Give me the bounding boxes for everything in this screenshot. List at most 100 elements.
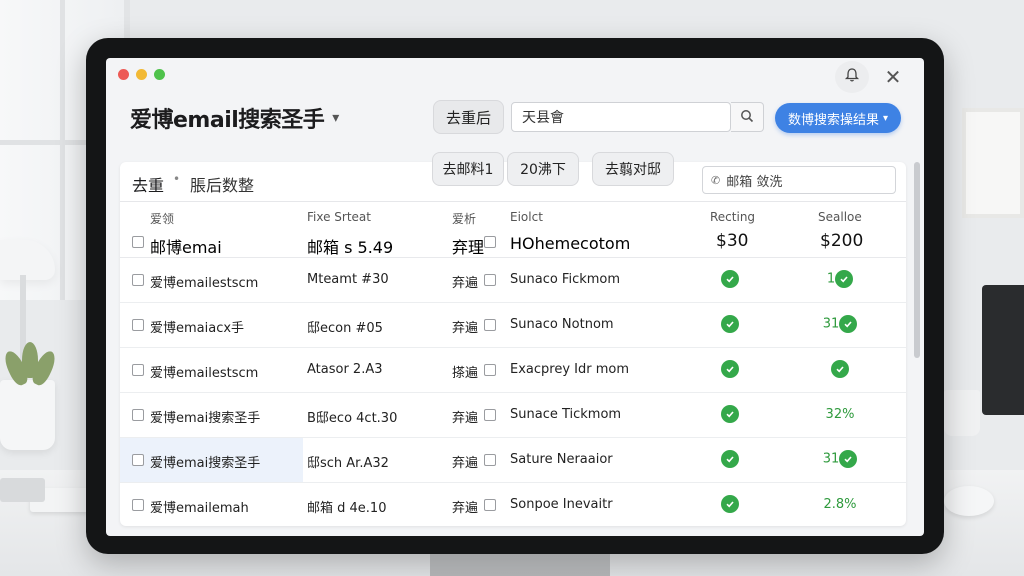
search-icon (740, 108, 754, 127)
row-checkbox[interactable] (484, 319, 496, 331)
results-card: 去重 • 脹后数整 去邮料1 20沸下 去翦对邸 ✆ 邮箱 敛洗 爱领 Fixe… (120, 152, 906, 528)
domain-cell: Sature Neraaior (510, 452, 613, 467)
source-cell: 邸sch Ar.A32 (307, 456, 389, 471)
status-cell: 弃遍 (452, 501, 479, 516)
app-title-dropdown[interactable]: 爱博email搜索圣手 ▾ (130, 100, 339, 136)
chevron-down-icon: ▾ (882, 112, 889, 124)
row-checkbox[interactable] (484, 274, 496, 286)
row-checkbox[interactable] (132, 274, 144, 286)
verified-cell (710, 360, 750, 378)
breadcrumb-sub[interactable]: 脹后数整 (190, 172, 254, 196)
status-cell: 弃遍 (452, 411, 479, 426)
column-header[interactable]: Recting (710, 210, 755, 224)
card-toolbar: 去重 • 脹后数整 去邮料1 20沸下 去翦对邸 ✆ 邮箱 敛洗 (120, 152, 906, 202)
price-cell: $200 (820, 231, 864, 251)
domain-cell: Sunace Tickmom (510, 407, 622, 422)
window-maximize-dot[interactable] (154, 69, 165, 80)
filter-email-label: 去邮料1 (442, 162, 494, 178)
domain-cell: Sunaco Notnom (510, 317, 614, 332)
check-icon (721, 315, 739, 333)
notification-button[interactable] (835, 61, 869, 93)
price-cell: $30 (716, 231, 749, 251)
laptop (0, 478, 45, 502)
window-close-dot[interactable] (118, 69, 129, 80)
row-checkbox[interactable] (132, 319, 144, 331)
search-results-button[interactable]: 数博搜索操结果 ▾ (775, 103, 901, 133)
row-checkbox[interactable] (484, 499, 496, 511)
row-checkbox[interactable] (132, 409, 144, 421)
status-cell: 弃遍 (452, 276, 479, 291)
status-cell: 搽遍 (452, 366, 479, 381)
verified-cell (710, 270, 750, 288)
fetch-button[interactable]: 去翦对邸 (592, 152, 674, 186)
domain-cell: Sunaco Fickmom (510, 272, 621, 287)
row-checkbox[interactable] (132, 364, 144, 376)
table-row[interactable]: 爱博emai搜索圣手 邸sch Ar.A32 弃遍 Sature Neraaio… (120, 438, 906, 483)
app-title: 爱博email搜索圣手 (130, 108, 325, 133)
row-checkbox[interactable] (484, 236, 496, 248)
row-checkbox[interactable] (132, 236, 144, 248)
table-row[interactable]: 爱博emailemah 邮箱 d 4e.10 弃遍 Sonpoe Inevait… (120, 483, 906, 528)
filter-search-text: 邮箱 敛洗 (726, 174, 783, 190)
search-input[interactable] (522, 109, 720, 125)
row-checkbox[interactable] (484, 409, 496, 421)
column-header[interactable]: Fixe Srteat (307, 210, 371, 224)
chevron-down-icon: ▾ (332, 110, 339, 126)
table-row[interactable]: 爱博emai搜索圣手 B邸eco 4ct.30 弃遍 Sunace Tickmo… (120, 393, 906, 438)
verified-cell (710, 405, 750, 423)
score-cell: 1 (810, 270, 870, 288)
page-size-button[interactable]: 20沸下 (507, 152, 579, 186)
check-icon (831, 360, 849, 378)
search-button[interactable] (731, 102, 764, 132)
column-header[interactable]: 爱析 (452, 210, 476, 227)
column-header[interactable]: Sealloe (818, 210, 862, 224)
table-row[interactable]: 爱博emaiacx手 邸econ #05 弃遍 Sunaco Notnom 31 (120, 303, 906, 348)
table-row[interactable]: 爱博emailestscm Atasor 2.A3 搽遍 Exacprey Id… (120, 348, 906, 393)
check-icon (835, 270, 854, 288)
table-row[interactable]: 爱博emailestscm Mteamt #30 弃遍 Sunaco Fickm… (120, 258, 906, 303)
close-button[interactable]: ✕ (878, 63, 908, 91)
status-cell: 弃遍 (452, 456, 479, 471)
verified-cell (710, 450, 750, 468)
status-cell: 弃遍 (452, 321, 479, 336)
verified-cell (710, 495, 750, 513)
filter-search-field[interactable]: ✆ 邮箱 敛洗 (702, 166, 896, 194)
column-header[interactable]: Eiolct (510, 210, 543, 224)
email-cell: 爱博emailemah (150, 501, 249, 516)
vertical-scrollbar[interactable] (914, 162, 920, 358)
phone-icon: ✆ (711, 173, 721, 187)
fetch-label: 去翦对邸 (605, 162, 661, 178)
source-cell: Atasor 2.A3 (307, 362, 383, 377)
search-field[interactable] (511, 102, 731, 132)
wall-art (962, 108, 1024, 218)
domain-cell: Sonpoe Inevaitr (510, 497, 613, 512)
row-checkbox[interactable] (484, 454, 496, 466)
row-checkbox[interactable] (484, 364, 496, 376)
row-checkbox[interactable] (132, 499, 144, 511)
score-cell: 31 (810, 450, 870, 468)
app-window: ✕ 爱博email搜索圣手 ▾ 去重后 数博搜索操结果 ▾ 去重 • 脹后数整 … (106, 58, 924, 536)
source-cell: Mteamt #30 (307, 272, 389, 287)
dedupe-button[interactable]: 去重后 (433, 100, 504, 134)
breadcrumb-main[interactable]: 去重 (132, 172, 164, 196)
score-text: 31 (822, 316, 840, 332)
bell-icon (844, 67, 860, 87)
email-cell: 爱博emaiacx手 (150, 321, 245, 336)
row-checkbox[interactable] (132, 454, 144, 466)
filter-email-button[interactable]: 去邮料1 (432, 152, 504, 186)
close-icon: ✕ (884, 65, 902, 89)
window-minimize-dot[interactable] (136, 69, 147, 80)
source-cell: 邮箱 s 5.49 (307, 238, 394, 257)
check-icon (721, 360, 739, 378)
verified-cell (710, 315, 750, 333)
column-header[interactable]: 爱领 (150, 210, 174, 227)
mouse (944, 486, 994, 516)
email-cell: 爱博emailestscm (150, 276, 259, 291)
background-monitor (982, 285, 1024, 415)
search-results-label: 数博搜索操结果 (787, 112, 879, 128)
source-cell: 邮箱 d 4e.10 (307, 501, 387, 516)
check-icon (721, 405, 739, 423)
score-text: 1 (826, 271, 836, 287)
email-cell: 爱博emai搜索圣手 (150, 456, 261, 471)
check-icon (839, 315, 858, 333)
